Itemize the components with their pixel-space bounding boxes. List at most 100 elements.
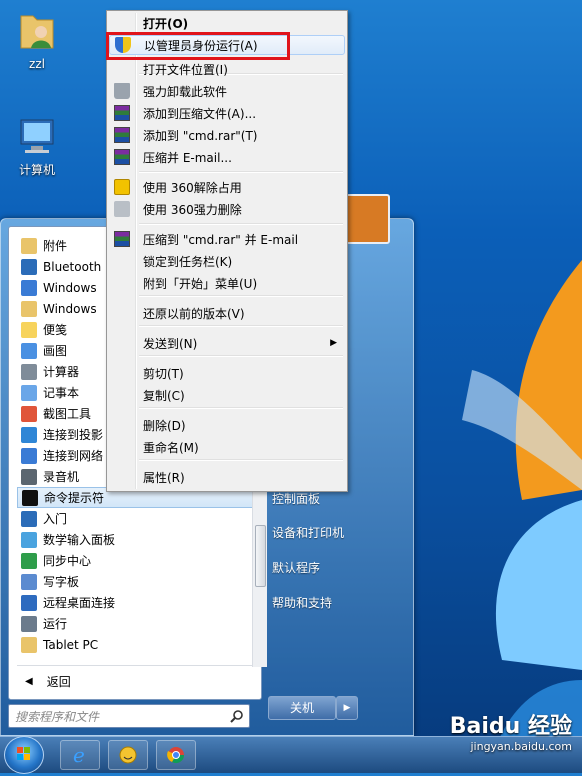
shutdown-options-button[interactable]: ▶ (336, 696, 358, 720)
blank-icon (114, 253, 130, 269)
context-menu-item[interactable]: 还原以前的版本(V) (109, 303, 345, 323)
menu-separator (139, 223, 343, 225)
program-label: 便笺 (43, 323, 68, 337)
back-arrow-icon: ◀ (25, 675, 33, 687)
projector-icon (21, 426, 37, 443)
360-shred-icon (114, 201, 130, 217)
program-label: 运行 (43, 617, 68, 631)
program-label: 命令提示符 (44, 491, 105, 505)
back-button[interactable]: ◀ 返回 (17, 665, 253, 696)
context-menu-item[interactable]: 锁定到任务栏(K) (109, 251, 345, 271)
context-menu-label: 属性(R) (143, 470, 185, 485)
program-item[interactable]: 入门 (17, 508, 253, 529)
context-menu-label: 添加到 "cmd.rar"(T) (143, 128, 258, 143)
shutdown-button[interactable]: 关机 (268, 696, 336, 720)
program-label: 数学输入面板 (43, 533, 116, 547)
desktop-icon-user[interactable]: zzl (2, 8, 72, 71)
context-menu-label: 删除(D) (143, 418, 186, 433)
program-item[interactable]: 远程桌面连接 (17, 592, 253, 613)
context-menu-item[interactable]: 复制(C) (109, 385, 345, 405)
context-menu-item[interactable]: 属性(R) (109, 467, 345, 487)
trash-icon (114, 83, 130, 99)
context-menu-item[interactable]: 使用 360解除占用 (109, 177, 345, 197)
program-label: 同步中心 (43, 554, 92, 568)
context-menu-item[interactable]: 发送到(N) ▶ (109, 333, 345, 353)
context-menu-item[interactable]: 使用 360强力删除 (109, 199, 345, 219)
watermark-brand: Baidu 经验 (449, 714, 572, 739)
back-label: 返回 (46, 674, 71, 689)
getting-started-icon (21, 510, 37, 527)
program-item[interactable]: 同步中心 (17, 550, 253, 571)
context-menu-label: 还原以前的版本(V) (143, 306, 245, 321)
blank-icon (114, 335, 130, 351)
program-item[interactable]: 写字板 (17, 571, 253, 592)
program-item[interactable]: 运行 (17, 613, 253, 634)
desktop-icon-computer[interactable]: 计算机 (2, 116, 72, 178)
chat-app-icon (119, 746, 137, 764)
program-item[interactable]: 数学输入面板 (17, 529, 253, 550)
taskbar-ie-button[interactable]: e (60, 740, 100, 770)
blank-icon (114, 387, 130, 403)
search-icon (230, 710, 243, 723)
right-item-control-panel[interactable]: 控制面板 (272, 490, 320, 507)
search-input[interactable]: 搜索程序和文件 (15, 708, 230, 725)
folder-icon (21, 237, 37, 254)
context-menu-label: 添加到压缩文件(A)... (143, 106, 257, 121)
snipping-icon (21, 405, 37, 422)
program-item[interactable]: Tablet PC (17, 634, 253, 655)
context-menu-item[interactable]: 删除(D) (109, 415, 345, 435)
start-orb-button[interactable] (4, 736, 44, 774)
taskbar-chrome-button[interactable] (156, 740, 196, 770)
context-menu-item[interactable]: 添加到压缩文件(A)... (109, 103, 345, 123)
context-menu-item[interactable]: 添加到 "cmd.rar"(T) (109, 125, 345, 145)
context-menu-label: 压缩并 E-mail... (143, 150, 232, 165)
context-menu-item[interactable]: 强力卸载此软件 (109, 81, 345, 101)
blank-icon (114, 61, 130, 77)
wordpad-icon (21, 573, 37, 590)
program-label: 记事本 (43, 386, 80, 400)
taskbar-qq-button[interactable] (108, 740, 148, 770)
context-menu-label: 强力卸载此软件 (143, 84, 228, 99)
program-label: Windows (43, 280, 97, 295)
remote-desktop-icon (21, 594, 37, 611)
menu-separator (139, 355, 343, 357)
windows-logo-icon (17, 747, 30, 760)
context-menu-item[interactable]: 打开文件位置(I) (109, 59, 345, 79)
menu-separator (139, 325, 343, 327)
context-menu-label: 重命名(M) (143, 440, 199, 455)
context-menu-item[interactable]: 压缩并 E-mail... (109, 147, 345, 167)
right-item-help-support[interactable]: 帮助和支持 (272, 594, 332, 611)
folder-window-icon (21, 300, 37, 317)
winrar-icon (114, 127, 130, 143)
windows-wallpaper-swirl (462, 260, 582, 760)
cmd-icon (22, 489, 38, 506)
program-label: 入门 (43, 512, 68, 526)
context-menu-item[interactable]: 压缩到 "cmd.rar" 并 E-mail (109, 229, 345, 249)
context-menu-item[interactable]: 重命名(M) (109, 437, 345, 457)
winrar-icon (114, 105, 130, 121)
menu-separator (139, 171, 343, 173)
blank-icon (114, 417, 130, 433)
winrar-icon (114, 149, 130, 165)
search-box[interactable]: 搜索程序和文件 (8, 704, 250, 728)
desktop-icon-label: 计算机 (18, 163, 55, 177)
sync-icon (21, 552, 37, 569)
baidu-watermark: Baidu 经验 jingyan.baidu.com (450, 708, 572, 753)
folder-icon (21, 636, 37, 653)
program-label: 远程桌面连接 (43, 596, 116, 610)
context-menu-item[interactable]: 附到「开始」菜单(U) (109, 273, 345, 293)
right-item-default-programs[interactable]: 默认程序 (272, 559, 320, 576)
right-item-devices-printers[interactable]: 设备和打印机 (272, 524, 344, 541)
submenu-arrow-icon: ▶ (330, 338, 337, 348)
blank-icon (114, 469, 130, 485)
menu-separator (139, 459, 343, 461)
context-menu-item[interactable]: 打开(O) (109, 13, 345, 33)
notepad-icon (21, 384, 37, 401)
program-label: Windows (43, 301, 97, 316)
scrollbar-thumb[interactable] (255, 525, 266, 587)
context-menu-label: 附到「开始」菜单(U) (143, 276, 258, 291)
blank-icon (114, 439, 130, 455)
context-menu-item[interactable]: 剪切(T) (109, 363, 345, 383)
context-menu-label: 打开(O) (143, 16, 189, 31)
program-label: Bluetooth (43, 259, 102, 274)
